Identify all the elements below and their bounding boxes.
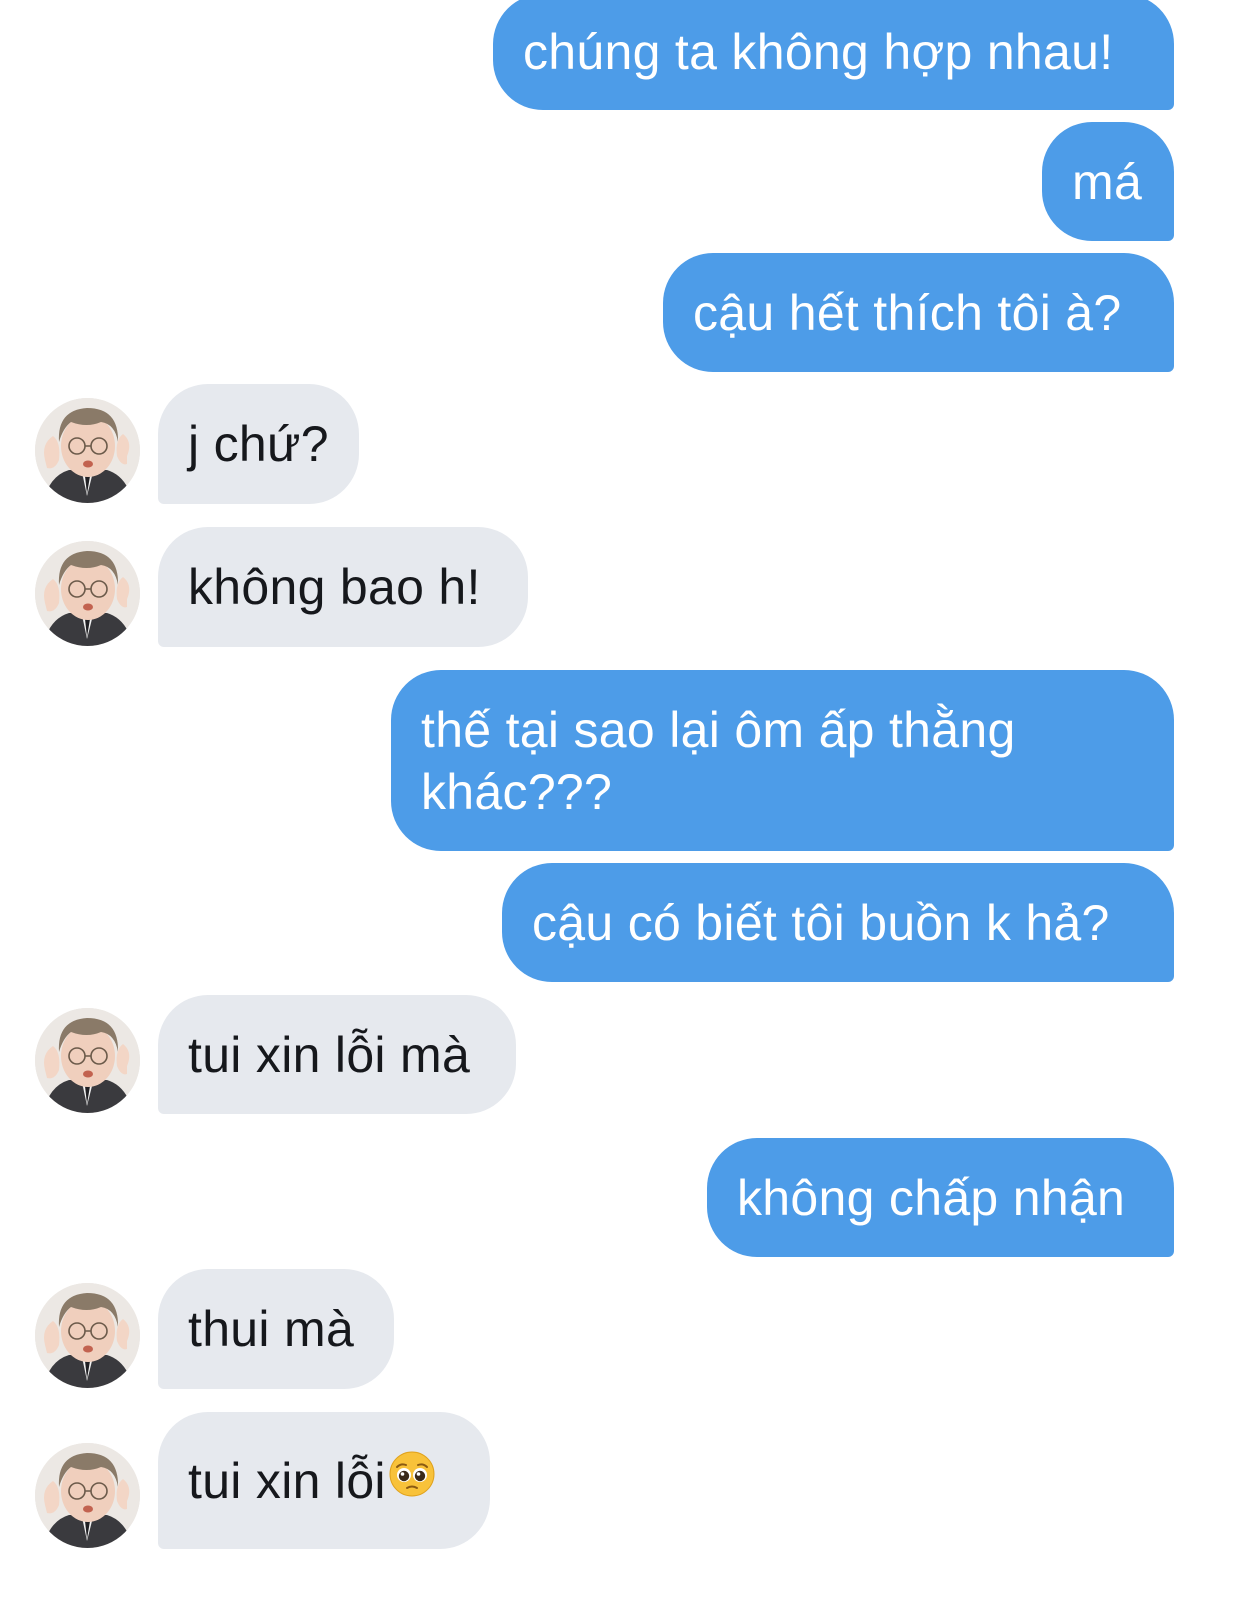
message-bubble-received[interactable]: tui xin lỗi xyxy=(158,1412,490,1549)
message-text: chúng ta không hợp nhau! xyxy=(523,24,1114,80)
contact-avatar[interactable] xyxy=(35,398,140,503)
message-bubble-sent[interactable]: chúng ta không hợp nhau! xyxy=(493,0,1174,110)
contact-avatar[interactable] xyxy=(35,1283,140,1388)
message-bubble-sent[interactable]: thế tại sao lại ôm ấp thằng khác??? xyxy=(391,670,1174,851)
message-bubble-received[interactable]: tui xin lỗi mà xyxy=(158,995,516,1114)
message-text: j chứ? xyxy=(188,416,329,472)
message-text: má xyxy=(1072,153,1143,210)
pleading-face-emoji-icon xyxy=(388,1450,436,1512)
message-bubble-received[interactable]: không bao h! xyxy=(158,527,528,647)
message-bubble-sent[interactable]: cậu có biết tôi buồn k hả? xyxy=(502,863,1174,982)
message-bubble-sent[interactable]: cậu hết thích tôi à? xyxy=(663,253,1174,372)
message-text: tui xin lỗi mà xyxy=(188,1026,471,1083)
contact-avatar[interactable] xyxy=(35,541,140,646)
message-text: thui mà xyxy=(188,1301,355,1357)
contact-avatar-photo-icon xyxy=(35,1443,140,1548)
message-bubble-received[interactable]: j chứ? xyxy=(158,384,359,504)
contact-avatar-photo-icon xyxy=(35,398,140,503)
message-text: không bao h! xyxy=(188,559,481,615)
message-text: cậu có biết tôi buồn k hả? xyxy=(532,894,1110,951)
contact-avatar[interactable] xyxy=(35,1008,140,1113)
contact-avatar-photo-icon xyxy=(35,541,140,646)
message-text: thế tại sao lại ôm ấp thằng khác??? xyxy=(421,701,1016,820)
message-text: tui xin lỗi xyxy=(188,1452,386,1509)
message-bubble-received[interactable]: thui mà xyxy=(158,1269,394,1389)
message-bubble-sent[interactable]: má xyxy=(1042,122,1174,241)
contact-avatar[interactable] xyxy=(35,1443,140,1548)
contact-avatar-photo-icon xyxy=(35,1008,140,1113)
message-text: không chấp nhận xyxy=(737,1169,1126,1226)
contact-avatar-photo-icon xyxy=(35,1283,140,1388)
message-text: cậu hết thích tôi à? xyxy=(693,284,1122,341)
message-bubble-sent[interactable]: không chấp nhận xyxy=(707,1138,1174,1257)
